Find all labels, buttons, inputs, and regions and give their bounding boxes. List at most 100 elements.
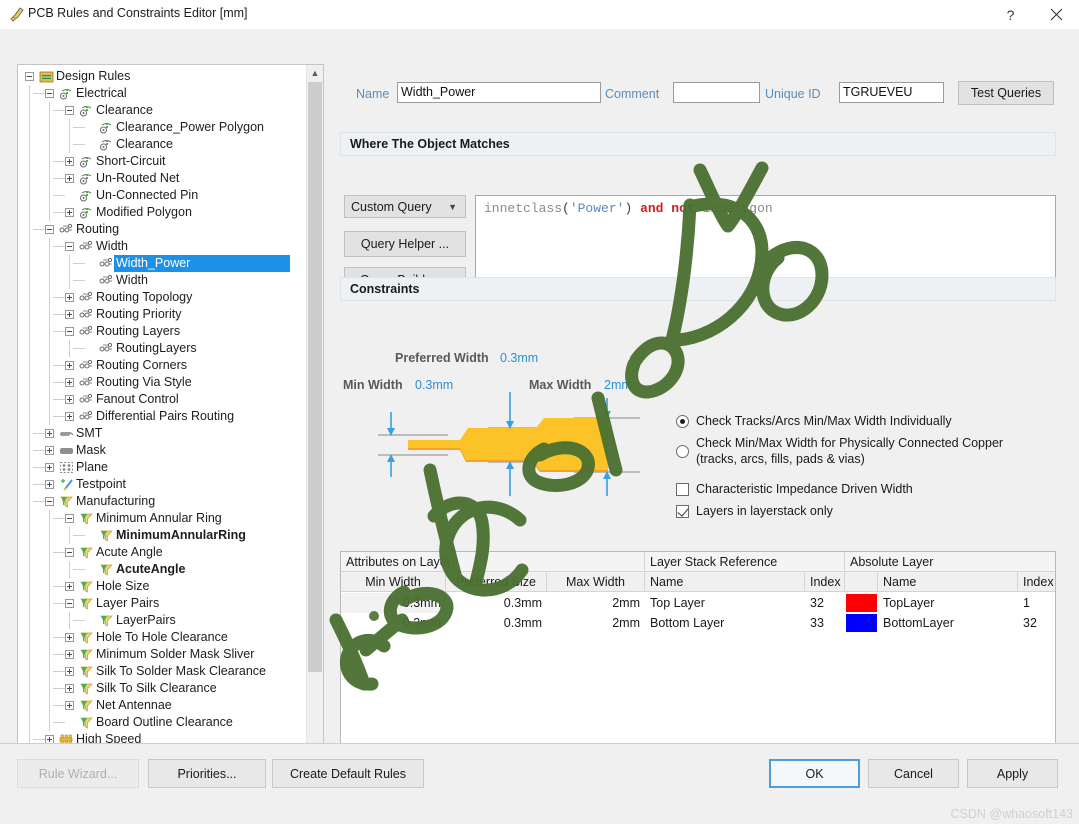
tree-item-un-connected-pin[interactable]: Un-Connected Pin	[18, 187, 306, 204]
title-bar: PCB Rules and Constraints Editor [mm] ?	[0, 0, 1079, 30]
tree-item-routing-layers[interactable]: Routing Layers	[18, 323, 306, 340]
tree-item-routing-via-style[interactable]: Routing Via Style	[18, 374, 306, 391]
tree-item-board-outline-clearance[interactable]: Board Outline Clearance	[18, 714, 306, 731]
tree-item-net-antennae[interactable]: Net Antennae	[18, 697, 306, 714]
tree-item-testpoint[interactable]: Testpoint	[18, 476, 306, 493]
tree-item-clearance[interactable]: Clearance	[18, 136, 306, 153]
row-0-color-swatch[interactable]	[846, 594, 877, 612]
name-input[interactable]: Width_Power	[397, 82, 601, 103]
col-header-max-width[interactable]: Max Width	[547, 572, 645, 592]
radio-check-connected-copper[interactable]	[676, 445, 689, 458]
radio-check-tracks-individually[interactable]	[676, 415, 689, 428]
tree-item-routing-topology[interactable]: Routing Topology	[18, 289, 306, 306]
row-1-color-swatch[interactable]	[846, 614, 877, 632]
row-0-abs-index[interactable]: 1	[1018, 593, 1055, 613]
test-queries-button[interactable]: Test Queries	[958, 81, 1054, 105]
option-characteristic-impedance[interactable]: Characteristic Impedance Driven Width	[676, 482, 913, 498]
checkbox-layers-in-layerstack[interactable]	[676, 505, 689, 518]
design-rules-tree[interactable]: Design RulesElectricalClearanceClearance…	[17, 64, 324, 758]
tree-item-mask[interactable]: Mask	[18, 442, 306, 459]
tree-item-label: Electrical	[74, 85, 129, 102]
tree-item-width-power[interactable]: Width_Power	[18, 255, 306, 272]
routing-icon	[79, 239, 94, 254]
scrollbar-thumb[interactable]	[308, 82, 322, 672]
tree-item-fanout-control[interactable]: Fanout Control	[18, 391, 306, 408]
tree-item-routing-corners[interactable]: Routing Corners	[18, 357, 306, 374]
row-0-preferred-size[interactable]: 0.3mm	[446, 593, 547, 613]
row-0-stack-index[interactable]: 32	[805, 593, 845, 613]
tree-item-acuteangle[interactable]: AcuteAngle	[18, 561, 306, 578]
priorities-button[interactable]: Priorities...	[148, 759, 266, 788]
tree-item-silk-to-silk-clearance[interactable]: Silk To Silk Clearance	[18, 680, 306, 697]
ok-button[interactable]: OK	[769, 759, 860, 788]
option-check-tracks-individually[interactable]: Check Tracks/Arcs Min/Max Width Individu…	[676, 414, 952, 430]
tree-item-un-routed-net[interactable]: Un-Routed Net	[18, 170, 306, 187]
comment-input[interactable]	[673, 82, 760, 103]
tree-item-manufacturing[interactable]: Manufacturing	[18, 493, 306, 510]
tree-item-routing[interactable]: Routing	[18, 221, 306, 238]
tree-item-modified-polygon[interactable]: Modified Polygon	[18, 204, 306, 221]
col-header-abs-index[interactable]: Index	[1018, 572, 1055, 592]
col-header-stack-name[interactable]: Name	[645, 572, 805, 592]
close-button[interactable]	[1034, 0, 1079, 29]
col-header-max-width-label: Max Width	[561, 575, 630, 589]
tree-item-smt[interactable]: SMT	[18, 425, 306, 442]
row-0-abs-name[interactable]: TopLayer	[878, 593, 1018, 613]
row-1-stack-name[interactable]: Bottom Layer	[645, 613, 805, 633]
tree-item-minimumannularring[interactable]: MinimumAnnularRing	[18, 527, 306, 544]
tree-item-minimum-annular-ring[interactable]: Minimum Annular Ring	[18, 510, 306, 527]
query-scope-value: Custom Query	[351, 200, 432, 214]
cancel-button[interactable]: Cancel	[868, 759, 959, 788]
tree-item-width[interactable]: Width	[18, 272, 306, 289]
tree-scrollbar[interactable]: ▲ ▼	[306, 65, 323, 755]
electrical-icon	[79, 103, 94, 118]
row-0-min-width[interactable]: 0.3mm	[341, 593, 446, 613]
tree-item-width[interactable]: Width	[18, 238, 306, 255]
row-0-max-width[interactable]: 2mm	[547, 593, 645, 613]
tree-item-differential-pairs-routing[interactable]: Differential Pairs Routing	[18, 408, 306, 425]
tree-item-design-rules[interactable]: Design Rules	[18, 68, 306, 85]
rule-wizard-button[interactable]: Rule Wizard...	[17, 759, 139, 788]
create-default-rules-button[interactable]: Create Default Rules	[272, 759, 424, 788]
unique-id-input[interactable]: TGRUEVEU	[839, 82, 944, 103]
col-header-abs-name[interactable]: Name	[878, 572, 1018, 592]
tree-item-acute-angle[interactable]: Acute Angle	[18, 544, 306, 561]
close-icon	[1050, 8, 1063, 21]
checkbox-characteristic-impedance[interactable]	[676, 483, 689, 496]
tree-item-electrical[interactable]: Electrical	[18, 85, 306, 102]
row-1-min-width[interactable]: 0.3mm	[341, 613, 446, 633]
tree-item-layerpairs[interactable]: LayerPairs	[18, 612, 306, 629]
apply-button[interactable]: Apply	[967, 759, 1058, 788]
tree-item-clearance-power-polygon[interactable]: Clearance_Power Polygon	[18, 119, 306, 136]
row-1-abs-name[interactable]: BottomLayer	[878, 613, 1018, 633]
tree-item-routing-priority[interactable]: Routing Priority	[18, 306, 306, 323]
option-check-connected-copper[interactable]: Check Min/Max Width for Physically Conne…	[676, 436, 1003, 467]
query-helper-button[interactable]: Query Helper ...	[344, 231, 466, 257]
help-button[interactable]: ?	[988, 0, 1033, 29]
tree-item-hole-size[interactable]: Hole Size	[18, 578, 306, 595]
col-header-preferred-size[interactable]: Preferred Size	[446, 572, 547, 592]
scroll-up-icon[interactable]: ▲	[307, 65, 323, 81]
tree-item-clearance[interactable]: Clearance	[18, 102, 306, 119]
tree-item-layer-pairs[interactable]: Layer Pairs	[18, 595, 306, 612]
col-header-min-width[interactable]: Min Width	[341, 572, 446, 592]
tree-item-hole-to-hole-clearance[interactable]: Hole To Hole Clearance	[18, 629, 306, 646]
row-1-preferred-size[interactable]: 0.3mm	[446, 613, 547, 633]
tree-item-short-circuit[interactable]: Short-Circuit	[18, 153, 306, 170]
preferred-width-value: 0.3mm	[500, 351, 538, 365]
col-header-stack-index[interactable]: Index	[805, 572, 845, 592]
manufacturing-icon	[99, 613, 114, 628]
row-1-stack-index[interactable]: 33	[805, 613, 845, 633]
tree-item-routinglayers[interactable]: RoutingLayers	[18, 340, 306, 357]
tree-item-silk-to-solder-mask-clearance[interactable]: Silk To Solder Mask Clearance	[18, 663, 306, 680]
row-0-stack-name[interactable]: Top Layer	[645, 593, 805, 613]
col-header-color[interactable]	[845, 572, 878, 592]
chevron-down-icon: ▼	[448, 202, 457, 212]
row-1-abs-index[interactable]: 32	[1018, 613, 1055, 633]
tree-item-plane[interactable]: Plane	[18, 459, 306, 476]
query-scope-select[interactable]: Custom Query ▼	[344, 195, 466, 218]
option-layers-in-layerstack[interactable]: Layers in layerstack only	[676, 504, 833, 520]
tree-item-label: SMT	[74, 425, 104, 442]
tree-item-minimum-solder-mask-sliver[interactable]: Minimum Solder Mask Sliver	[18, 646, 306, 663]
row-1-max-width[interactable]: 2mm	[547, 613, 645, 633]
